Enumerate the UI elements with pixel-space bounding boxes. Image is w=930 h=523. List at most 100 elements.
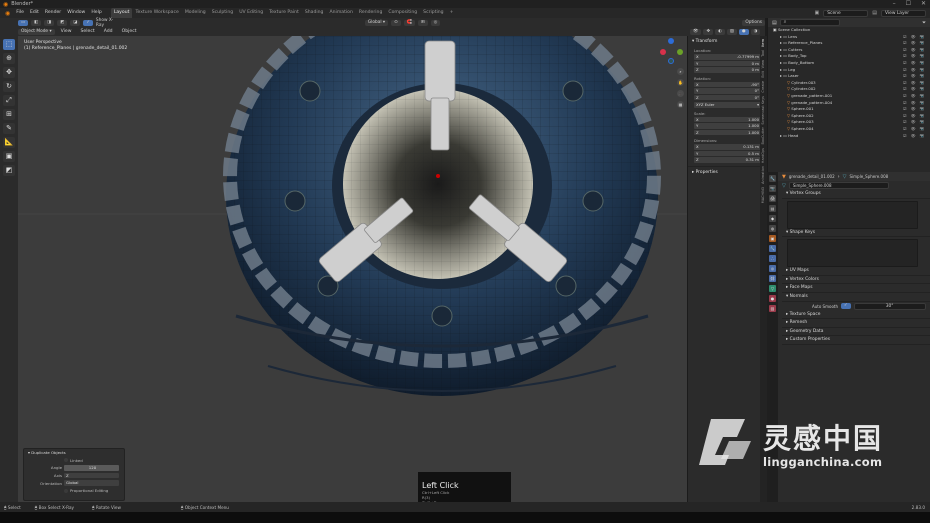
outliner-row[interactable]: ▽ Cylinder.002 ☑ 👁 📷 [768, 86, 930, 93]
outliner-row[interactable]: ▽ Sphere.001 ☑ 👁 📷 [768, 106, 930, 113]
annotate-tool-icon[interactable]: ✎ [3, 123, 15, 134]
select-tool-icon[interactable]: ⬚ [3, 39, 15, 50]
tab-screencast-keys[interactable]: Screencast Keys [761, 96, 765, 125]
tab-shading[interactable]: Shading [302, 8, 327, 18]
zoom-icon[interactable]: ⌕ [677, 68, 684, 75]
outliner-row[interactable]: ▸ ▭ Lens ☑ 👁 📷 [768, 34, 930, 41]
tab-layout[interactable]: Layout [110, 8, 133, 18]
outliner-row[interactable]: ▽ grenade_pattern.004 ☑ 👁 📷 [768, 100, 930, 107]
view-layer-tab-icon[interactable]: ▤ [769, 205, 776, 212]
visibility-toggle-icons[interactable]: ☑ 👁 📷 [903, 93, 926, 100]
constraints-tab-icon[interactable]: ⛓ [769, 275, 776, 282]
menu-view[interactable]: View [58, 27, 75, 36]
dimensions-y-field[interactable]: Y 0.5 m [694, 150, 761, 156]
outliner-row[interactable]: ▽ Sphere.002 ☑ 👁 📷 [768, 113, 930, 120]
xray-toggle-icon[interactable]: ▨ [726, 28, 737, 35]
select-intersect-icon[interactable]: ◪ [70, 19, 81, 26]
remesh-section[interactable]: ▸ Remesh [782, 319, 930, 328]
gizmo-toggle-icon[interactable]: ✥ [703, 28, 714, 35]
menu-file[interactable]: File [13, 8, 27, 18]
linked-checkbox[interactable] [64, 458, 68, 463]
outliner-row[interactable]: ▸ ▭ Cutters ☑ 👁 📷 [768, 47, 930, 54]
outliner-search-input[interactable]: ⌕ [779, 19, 840, 26]
tab-animation[interactable]: Animation [326, 8, 355, 18]
move-tool-icon[interactable]: ✥ [3, 67, 15, 78]
mesh-browse-icon[interactable]: ▽ [782, 183, 786, 189]
visibility-toggle-icons[interactable]: ☑ 👁 📷 [903, 80, 926, 87]
scale-tool-icon[interactable]: ⤢ [3, 95, 15, 106]
visibility-toggle-icons[interactable]: ☑ 👁 📷 [903, 73, 926, 80]
panel-header[interactable]: ▾ Duplicate Objects [24, 449, 124, 457]
3d-viewport[interactable] [18, 36, 765, 502]
visibility-toggle-icons[interactable]: ☑ 👁 📷 [903, 106, 926, 113]
visibility-toggle-icons[interactable]: ☑ 👁 📷 [903, 67, 926, 74]
proportional-checkbox[interactable] [64, 488, 68, 493]
visibility-toggle-icons[interactable]: ☑ 👁 📷 [903, 34, 926, 41]
dimensions-x-field[interactable]: X 0.131 m [694, 144, 761, 150]
particles-tab-icon[interactable]: ∴ [769, 255, 776, 262]
scale-z-field[interactable]: Z 1.000 [694, 129, 761, 135]
tab-create[interactable]: Create [761, 81, 765, 93]
object-tab-icon[interactable]: ▣ [769, 235, 776, 242]
location-x-field[interactable]: X -0.77999 m [694, 54, 761, 60]
orientation-dropdown[interactable]: Global ▾ [364, 19, 389, 26]
scale-y-field[interactable]: Y 1.000 [694, 123, 761, 129]
gizmo-y-icon[interactable] [677, 49, 683, 55]
tab-sculpting[interactable]: Sculpting [209, 8, 236, 18]
properties-section-header[interactable]: ▸ Properties [688, 165, 765, 177]
gizmo-z-icon[interactable] [668, 38, 674, 44]
outliner-row[interactable]: ▸ ▭ Laser ☑ 👁 📷 [768, 73, 930, 80]
outliner-row[interactable]: ▸ ▭ Leg ☑ 👁 📷 [768, 67, 930, 74]
maximize-button[interactable]: ☐ [906, 0, 911, 7]
scale-x-field[interactable]: X 1.000 [694, 116, 761, 122]
outliner-row[interactable]: ▸ ▭ Body_Bottom ☑ 👁 📷 [768, 60, 930, 67]
visibility-toggle-icons[interactable]: ☑ 👁 📷 [903, 126, 926, 133]
texture-space-section[interactable]: ▸ Texture Space [782, 311, 930, 320]
physics-tab-icon[interactable]: ◎ [769, 265, 776, 272]
select-box-mode-icon[interactable]: ▭ [18, 19, 29, 26]
tool-tab-icon[interactable]: 🔧 [769, 175, 776, 182]
texture-tab-icon[interactable]: ▨ [769, 305, 776, 312]
tab-animation[interactable]: Animation [761, 166, 765, 184]
auto-smooth-angle-field[interactable]: 30° [853, 302, 926, 310]
tab-modeling[interactable]: Modeling [182, 8, 209, 18]
pivot-icon[interactable]: ⊙ [391, 19, 401, 26]
geometry-data-section[interactable]: ▸ Geometry Data [782, 328, 930, 337]
tab-machin3[interactable]: MACHIN3 [761, 187, 765, 203]
menu-edit[interactable]: Edit [27, 8, 42, 18]
tab-texture-workspace[interactable]: Texture Workspace [132, 8, 181, 18]
menu-select[interactable]: Select [78, 27, 98, 36]
angle-field[interactable]: 120 [64, 465, 119, 471]
camera-view-icon[interactable]: 🎥 [677, 90, 684, 97]
transform-tool-icon[interactable]: ⊞ [3, 109, 15, 120]
world-tab-icon[interactable]: ◍ [769, 225, 776, 232]
rotate-tool-icon[interactable]: ↻ [3, 81, 15, 92]
menu-window[interactable]: Window [64, 8, 88, 18]
tab-item[interactable]: Item [761, 39, 765, 47]
custom-properties-section[interactable]: ▸ Custom Properties [782, 336, 930, 345]
outliner-row[interactable]: ▽ Cylinder.003 ☑ 👁 📷 [768, 80, 930, 87]
outliner-row[interactable]: ▸ ▭ Reference_Planes ☑ 👁 📷 [768, 40, 930, 47]
transform-section-header[interactable]: ▾ Transform [688, 36, 765, 46]
menu-add[interactable]: Add [101, 27, 116, 36]
mesh-data-field[interactable]: Simple_Sphere.008 [788, 182, 889, 189]
material-shading-icon[interactable]: ◑ [750, 28, 761, 35]
vertex-groups-list[interactable] [787, 200, 918, 229]
axis-dropdown[interactable]: Z [64, 472, 119, 479]
outliner-display-mode-icon[interactable]: ▤ [772, 20, 777, 26]
pan-hand-icon[interactable]: ✋ [677, 79, 684, 86]
rotation-z-field[interactable]: Z 0° [694, 94, 761, 100]
xray-checkbox[interactable]: ✓ [83, 19, 93, 26]
tab-view[interactable]: View [761, 60, 765, 68]
select-extend-icon[interactable]: ◧ [31, 19, 42, 26]
shape-keys-section[interactable]: ▾ Shape Keys [782, 229, 930, 238]
rotation-mode-dropdown[interactable]: XYZ Euler ▾ [694, 102, 761, 108]
mode-selector[interactable]: Object Mode ▾ [18, 28, 55, 35]
outliner-row[interactable]: ▸ ▭ Head ☑ 👁 📷 [768, 133, 930, 140]
visibility-toggle-icons[interactable]: ☑ 👁 📷 [903, 60, 926, 67]
select-invert-icon[interactable]: ◩ [57, 19, 68, 26]
visibility-toggle-icons[interactable]: ☑ 👁 📷 [903, 40, 926, 47]
visibility-toggle-icons[interactable]: ☑ 👁 📷 [903, 47, 926, 54]
outliner-row[interactable]: ▽ Sphere.004 ☑ 👁 📷 [768, 126, 930, 133]
tab-compositing[interactable]: Compositing [385, 8, 420, 18]
